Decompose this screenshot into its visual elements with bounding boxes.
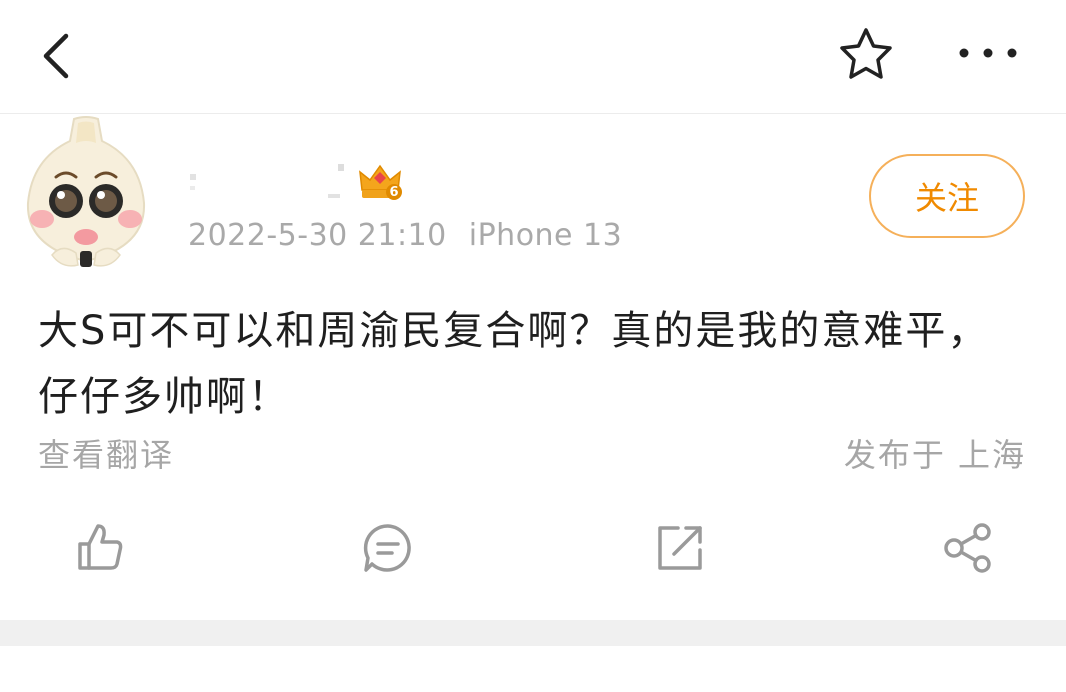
post-meta: 2022-5-30 21:10 iPhone 13 bbox=[188, 218, 622, 253]
star-outline-icon[interactable] bbox=[836, 26, 896, 82]
badge-level-number: 6 bbox=[389, 185, 399, 200]
post-location: 发布于 上海 bbox=[843, 436, 1026, 474]
more-horizontal-icon[interactable] bbox=[956, 38, 1020, 68]
chevron-left-icon[interactable] bbox=[36, 30, 80, 82]
post-text: 大S可不可以和周渝民复合啊？真的是我的意难平，仔仔多帅啊！ bbox=[38, 308, 990, 420]
translate-link[interactable]: 查看翻译 bbox=[38, 430, 174, 476]
section-divider bbox=[0, 620, 1066, 646]
follow-button[interactable]: 关注 bbox=[869, 154, 1025, 238]
comment-bubble-icon[interactable] bbox=[360, 520, 416, 576]
share-nodes-icon[interactable] bbox=[940, 520, 996, 576]
thumbs-up-icon[interactable] bbox=[72, 520, 128, 576]
post-device: iPhone 13 bbox=[468, 218, 623, 253]
repost-arrow-icon[interactable] bbox=[652, 520, 708, 576]
top-navigation-bar bbox=[0, 0, 1066, 114]
post-date: 2022-5-30 21:10 bbox=[188, 218, 447, 253]
avatar[interactable] bbox=[22, 115, 150, 275]
